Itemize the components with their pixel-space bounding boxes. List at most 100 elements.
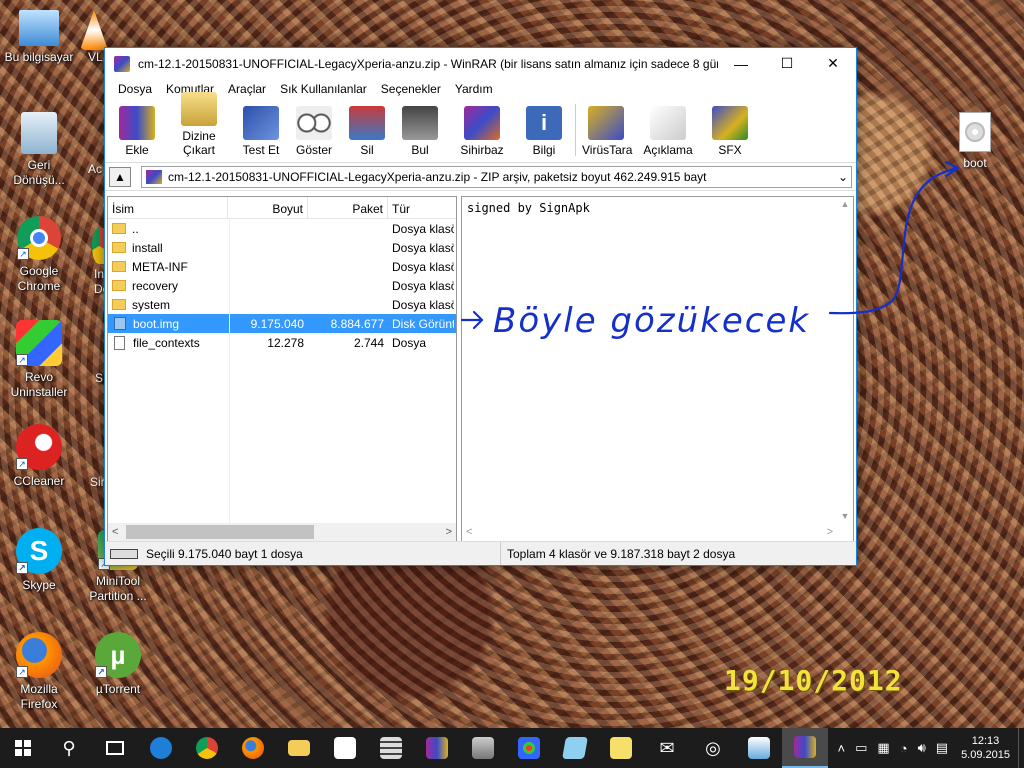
sfx-icon	[712, 106, 748, 140]
close-button[interactable]: ✕	[810, 48, 856, 79]
desktop-icon-revo-uninstaller[interactable]: ↗ Revo Uninstaller	[1, 320, 77, 400]
scrollbar-thumb[interactable]	[126, 525, 314, 539]
action-center-icon[interactable]: ▤	[936, 740, 948, 756]
file-packed-cell: 8.884.677	[330, 316, 384, 331]
chevron-up-icon[interactable]: ˄	[838, 741, 846, 756]
add-button[interactable]: Ekle	[113, 106, 161, 162]
winrar-icon	[794, 736, 816, 758]
taskbar-app-flask[interactable]	[736, 728, 782, 768]
archive-path-text: cm-12.1-20150831-UNOFFICIAL-LegacyXperia…	[168, 169, 707, 184]
column-type-header[interactable]: Tür	[388, 197, 454, 218]
test-button[interactable]: Test Et	[237, 106, 285, 162]
wifi-icon[interactable]: ◔	[900, 741, 908, 756]
taskbar-edge[interactable]	[138, 728, 184, 768]
maximize-button[interactable]: ☐	[764, 48, 810, 79]
chevron-down-icon[interactable]: ⌄	[835, 170, 851, 184]
start-button[interactable]	[0, 728, 46, 768]
file-row[interactable]: file_contexts 12.278 2.744 Dosya	[108, 333, 456, 352]
wizard-button[interactable]: Sihirbaz	[449, 106, 515, 162]
desktop-icon-boot-file[interactable]: boot	[954, 112, 996, 170]
taskbar-chrome[interactable]	[184, 728, 230, 768]
delete-button[interactable]: Sil	[343, 106, 391, 162]
menu-yardim[interactable]: Yardım	[448, 82, 500, 96]
desktop-icon-this-pc[interactable]: Bu bilgisayar	[1, 10, 77, 65]
desktop-icon-ccleaner[interactable]: ↗ CCleaner	[1, 424, 77, 489]
file-list: İsim Boyut Paket Tür ..Dosya klasörüinst…	[107, 196, 457, 542]
extract-button[interactable]: Dizine Çıkart	[166, 92, 232, 162]
horizontal-scrollbar[interactable]: < >	[108, 523, 456, 541]
desktop-icon-firefox[interactable]: ↗ Mozilla Firefox	[1, 632, 77, 712]
menu-sik-kullanilanlar[interactable]: Sık Kullanılanlar	[273, 82, 374, 96]
scroll-up-icon[interactable]: ▲	[841, 199, 850, 209]
file-row[interactable]: META-INF Dosya klasörü	[108, 257, 456, 276]
up-folder-button[interactable]: ▲	[109, 166, 131, 187]
disc-image-icon	[959, 112, 991, 152]
zip-archive-icon	[146, 169, 162, 184]
file-type-cell: Dosya klasörü	[392, 240, 454, 255]
scroll-left-icon[interactable]: <	[466, 526, 472, 538]
menu-secenekler[interactable]: Seçenekler	[374, 82, 448, 96]
file-row[interactable]: .. Dosya klasörü	[108, 219, 456, 238]
taskbar-firefox[interactable]	[230, 728, 276, 768]
vertical-scrollbar[interactable]: ▲ ▼	[837, 197, 853, 523]
file-name-cell: boot.img	[108, 317, 228, 331]
virus-scan-icon	[588, 106, 624, 140]
scroll-right-icon[interactable]: >	[827, 526, 833, 538]
file-name-cell: recovery	[108, 279, 228, 293]
search-button[interactable]: ⚲	[46, 728, 92, 768]
desktop-icon-google-chrome[interactable]: ↗ Google Chrome	[1, 216, 77, 294]
status-selection: Seçili 9.175.040 bayt 1 dosya	[105, 542, 501, 565]
revo-uninstaller-icon: ↗	[16, 320, 62, 366]
taskbar-calculator[interactable]	[368, 728, 414, 768]
network-icon[interactable]: ▦	[877, 740, 889, 756]
scroll-left-icon[interactable]: <	[112, 526, 118, 538]
minimize-button[interactable]: —	[718, 48, 764, 79]
column-size-header[interactable]: Boyut	[228, 197, 308, 218]
comment-horizontal-scrollbar[interactable]: < >	[462, 523, 837, 541]
file-row[interactable]: install Dosya klasörü	[108, 238, 456, 257]
taskbar-app-sticky[interactable]	[598, 728, 644, 768]
title-bar[interactable]: cm-12.1-20150831-UNOFFICIAL-LegacyXperia…	[105, 48, 856, 79]
taskbar-media[interactable]: ◎	[690, 728, 736, 768]
column-name-header[interactable]: İsim	[108, 197, 228, 218]
file-type-cell: Dosya klasörü	[392, 259, 454, 274]
taskbar-winrar-alt[interactable]	[414, 728, 460, 768]
file-name-cell: install	[108, 241, 228, 255]
comment-pane[interactable]: signed by SignApk ▲ ▼ < >	[461, 196, 854, 542]
folder-icon	[112, 280, 126, 291]
find-button[interactable]: Bul	[396, 106, 444, 162]
sfx-button[interactable]: SFX	[706, 106, 754, 162]
archive-path-dropdown[interactable]: cm-12.1-20150831-UNOFFICIAL-LegacyXperia…	[141, 165, 852, 188]
desktop-icon-utorrent[interactable]: µ ↗ µTorrent	[80, 632, 156, 697]
menu-dosya[interactable]: Dosya	[111, 82, 159, 96]
taskbar-store[interactable]	[322, 728, 368, 768]
file-name-cell: META-INF	[108, 260, 228, 274]
desktop-icon-recycle-bin[interactable]: Geri Dönüşü...	[1, 112, 77, 188]
desktop-icon-skype[interactable]: S ↗ Skype	[1, 528, 77, 593]
file-type-cell: Dosya klasörü	[392, 278, 454, 293]
winrar-app-icon[interactable]	[114, 55, 130, 72]
file-row[interactable]: boot.img 9.175.040 8.884.677 Disk Görüntüsü	[108, 314, 456, 333]
window-title: cm-12.1-20150831-UNOFFICIAL-LegacyXperia…	[138, 56, 718, 71]
taskbar-app-scanner[interactable]	[460, 728, 506, 768]
taskbar-mail[interactable]: ✉	[644, 728, 690, 768]
info-button[interactable]: i Bilgi	[520, 106, 568, 162]
volume-icon[interactable]: 🔊︎	[918, 740, 926, 756]
taskbar-winrar[interactable]	[782, 728, 828, 768]
taskbar-file-explorer[interactable]	[276, 728, 322, 768]
comment-pen-icon	[650, 106, 686, 140]
virus-scan-button[interactable]: VirüsTara	[582, 106, 632, 162]
show-desktop-button[interactable]	[1018, 728, 1024, 768]
column-packed-header[interactable]: Paket	[308, 197, 388, 218]
taskbar-app-paint[interactable]	[506, 728, 552, 768]
clock[interactable]: 12:13 5.09.2015	[961, 734, 1010, 762]
comment-button[interactable]: Açıklama	[635, 106, 701, 162]
taskbar-app-notes[interactable]	[552, 728, 598, 768]
file-row[interactable]: system Dosya klasörü	[108, 295, 456, 314]
file-row[interactable]: recovery Dosya klasörü	[108, 276, 456, 295]
view-button[interactable]: Göster	[290, 106, 338, 162]
scroll-down-icon[interactable]: ▼	[841, 511, 850, 521]
battery-icon[interactable]: ▭	[855, 740, 867, 756]
task-view-button[interactable]	[92, 728, 138, 768]
scroll-right-icon[interactable]: >	[446, 526, 452, 538]
